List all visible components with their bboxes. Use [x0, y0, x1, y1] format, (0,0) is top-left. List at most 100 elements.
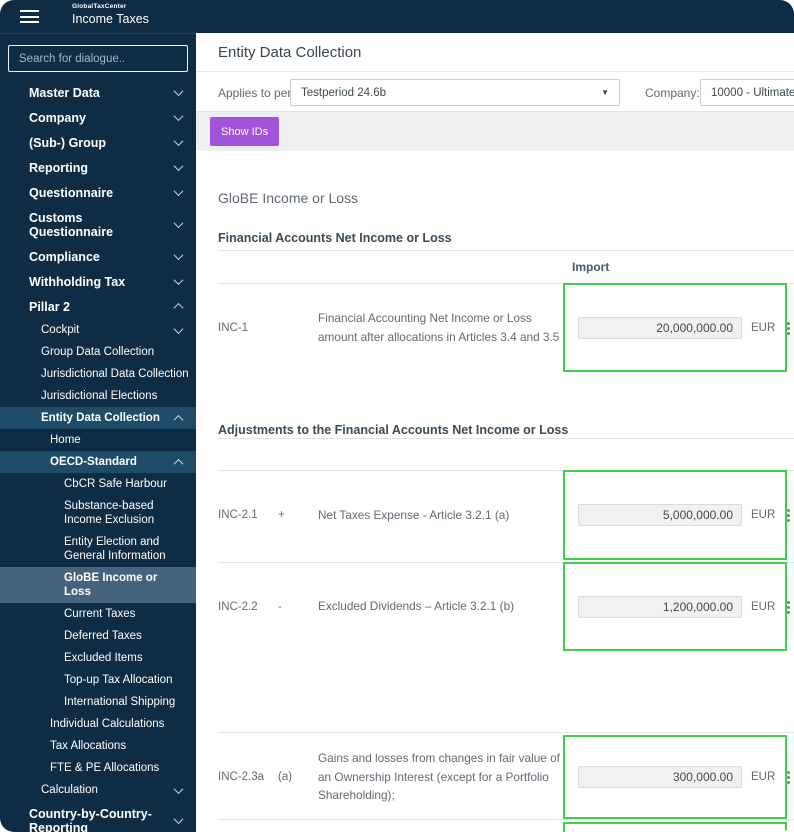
- chevron-icon: [173, 323, 184, 334]
- chevron-icon: [173, 186, 184, 197]
- sidebar-item[interactable]: Home: [0, 429, 196, 451]
- row-code: INC-1: [218, 321, 249, 334]
- row-description: Excluded Dividends – Article 3.2.1 (b): [318, 599, 515, 614]
- row-description: Net Taxes Expense - Article 3.2.1 (a): [318, 507, 510, 522]
- sidebar-item-label: Company: [29, 110, 86, 125]
- chevron-icon: [173, 275, 184, 286]
- brand-name: GlobalTaxCenter: [72, 3, 127, 10]
- chevron-icon: [173, 250, 184, 261]
- sidebar-item[interactable]: Deferred Taxes: [0, 625, 196, 647]
- chevron-icon: [173, 814, 184, 825]
- sidebar-item[interactable]: Entity Data Collection: [0, 407, 196, 429]
- import-column-header: Import: [572, 260, 610, 274]
- divider: [218, 819, 794, 820]
- row-code: INC-2.3a: [218, 771, 265, 783]
- sidebar-item-label: Compliance: [29, 249, 100, 264]
- sidebar-item[interactable]: Tax Allocations: [0, 735, 196, 757]
- amount-input[interactable]: [578, 595, 742, 618]
- table-row-inc-2-1: INC-2.1 + Net Taxes Expense - Article 3.…: [218, 470, 791, 560]
- company-select[interactable]: 10000 - Ultimate Par: [700, 79, 794, 106]
- sidebar-item-label: Calculation: [41, 784, 98, 796]
- sidebar-item-label: Substance-based Income Exclusion: [64, 500, 155, 526]
- sidebar-item[interactable]: Entity Election and General Information: [0, 531, 196, 567]
- page-header: Entity Data Collection: [196, 33, 794, 72]
- row-sign: (a): [278, 771, 293, 783]
- amount-input[interactable]: [578, 766, 742, 788]
- sidebar-item-label: Reporting: [29, 160, 89, 175]
- sidebar-item[interactable]: Excluded Items: [0, 647, 196, 669]
- row-code: INC-2.1: [218, 509, 258, 521]
- topbar: GlobalTaxCenter Income Taxes: [0, 0, 794, 33]
- sidebar-item[interactable]: FTE & PE Allocations: [0, 757, 196, 779]
- chevron-icon: [173, 414, 184, 425]
- show-ids-button[interactable]: Show IDs: [210, 117, 280, 146]
- currency-label: EUR: [751, 600, 776, 613]
- chevron-icon: [173, 161, 184, 172]
- chevron-icon: [173, 458, 184, 469]
- sidebar-item-label: OECD-Standard: [50, 456, 137, 468]
- row-description: Financial Accounting Net Income or Loss …: [318, 310, 560, 344]
- amount-input[interactable]: [578, 504, 742, 526]
- sidebar-item-label: Country-by-Country-Reporting: [29, 806, 152, 832]
- table-row-inc-1: INC-1 Financial Accounting Net Income or…: [218, 283, 791, 372]
- row-menu-kebab-icon[interactable]: [781, 505, 794, 525]
- row-menu-kebab-icon[interactable]: [781, 767, 794, 787]
- sidebar-item-label: (Sub-) Group: [29, 135, 107, 150]
- sidebar-item-label: Customs Questionnaire: [29, 210, 114, 239]
- sidebar-item-label: Group Data Collection: [41, 346, 155, 358]
- sidebar-item-label: FTE & PE Allocations: [50, 762, 160, 774]
- sidebar-item[interactable]: Questionnaire: [0, 180, 196, 205]
- sidebar-item-label: Deferred Taxes: [64, 630, 142, 642]
- page-title: Entity Data Collection: [218, 44, 362, 61]
- currency-label: EUR: [751, 509, 776, 521]
- divider: [218, 732, 794, 733]
- sidebar-search-input[interactable]: [8, 45, 188, 72]
- sidebar-item-label: Current Taxes: [64, 608, 136, 620]
- row-description: Gains and losses from changes in fair va…: [318, 750, 560, 803]
- sidebar-item[interactable]: Jurisdictional Elections: [0, 385, 196, 407]
- sidebar-item[interactable]: Substance-based Income Exclusion: [0, 495, 196, 531]
- section-heading-financial-accounts: Financial Accounts Net Income or Loss: [218, 231, 452, 245]
- sidebar-item-label: Home: [50, 434, 81, 446]
- module-name: Income Taxes: [72, 11, 149, 26]
- chevron-icon: [173, 111, 184, 122]
- sidebar-item[interactable]: CbCR Safe Harbour: [0, 473, 196, 495]
- sidebar-item[interactable]: Country-by-Country-Reporting: [0, 801, 196, 832]
- chevron-icon: [173, 86, 184, 97]
- period-value: Testperiod 24.6b: [301, 86, 387, 99]
- sidebar-item[interactable]: Compliance: [0, 244, 196, 269]
- sidebar-item[interactable]: International Shipping: [0, 691, 196, 713]
- period-select[interactable]: Testperiod 24.6b ▼: [290, 79, 620, 106]
- sidebar-item[interactable]: Company: [0, 105, 196, 130]
- sidebar-item[interactable]: Current Taxes: [0, 603, 196, 625]
- row-menu-kebab-icon[interactable]: [781, 597, 794, 617]
- sidebar-item-label: Top-up Tax Allocation: [64, 674, 173, 686]
- sidebar-item[interactable]: Master Data: [0, 80, 196, 105]
- sidebar-item[interactable]: Individual Calculations: [0, 713, 196, 735]
- sidebar-item[interactable]: Top-up Tax Allocation: [0, 669, 196, 691]
- sidebar-item-label: Entity Election and General Information: [64, 536, 166, 562]
- sidebar-item[interactable]: Cockpit: [0, 319, 196, 341]
- filter-bar: Applies to period: Testperiod 24.6b ▼ Co…: [196, 72, 794, 112]
- sidebar-item[interactable]: GloBE Income or Loss: [0, 567, 196, 603]
- sidebar-item[interactable]: (Sub-) Group: [0, 130, 196, 155]
- toolbar: Show IDs: [196, 112, 794, 151]
- sidebar-item[interactable]: OECD-Standard: [0, 451, 196, 473]
- sidebar-item[interactable]: Reporting: [0, 155, 196, 180]
- sidebar-item[interactable]: Group Data Collection: [0, 341, 196, 363]
- row-menu-kebab-icon[interactable]: [781, 318, 794, 338]
- row-code: INC-2.2: [218, 600, 258, 613]
- sidebar-item[interactable]: Pillar 2: [0, 294, 196, 319]
- sidebar-item-label: CbCR Safe Harbour: [64, 478, 167, 490]
- hamburger-menu-icon[interactable]: [20, 10, 39, 23]
- sidebar-item[interactable]: Calculation: [0, 779, 196, 801]
- sidebar-item[interactable]: Withholding Tax: [0, 269, 196, 294]
- chevron-icon: [173, 783, 184, 794]
- row-sign: -: [278, 600, 282, 613]
- sidebar-item[interactable]: Customs Questionnaire: [0, 205, 196, 244]
- chevron-icon: [173, 136, 184, 147]
- amount-input[interactable]: [578, 316, 742, 339]
- sidebar-item[interactable]: Jurisdictional Data Collection: [0, 363, 196, 385]
- sidebar: Master Data Company (Sub-) Group Reporti…: [0, 33, 196, 832]
- sidebar-item-label: Individual Calculations: [50, 718, 165, 730]
